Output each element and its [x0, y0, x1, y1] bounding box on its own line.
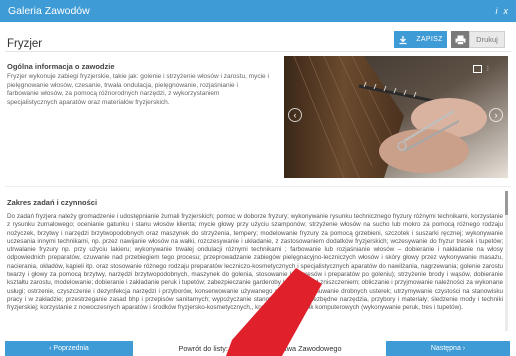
pointer-arrow-icon: [226, 268, 322, 356]
duties-title: Zakres zadań i czynności: [7, 198, 98, 207]
previous-button[interactable]: ‹ Poprzednia: [5, 341, 133, 356]
download-icon: [399, 35, 407, 44]
chevron-right-icon: ›: [494, 110, 498, 120]
fullscreen-icon[interactable]: [473, 65, 482, 73]
save-button[interactable]: ZAPISZ: [412, 31, 447, 48]
info-icon[interactable]: i: [496, 6, 498, 16]
general-info-text: Fryzjer wykonuje zabiegi fryzjerskie, ta…: [7, 73, 269, 106]
duties-scrollbar-thumb[interactable]: [505, 191, 508, 215]
profession-name: Fryzjer: [7, 38, 43, 50]
more-icon[interactable]: ⋮: [485, 66, 497, 72]
duties-scrollbar[interactable]: [505, 191, 508, 331]
download-button[interactable]: [394, 31, 412, 48]
profession-modal: Galeria Zawodów i x Fryzjer ZAPISZ Druku…: [0, 0, 516, 356]
print-button[interactable]: Drukuj: [469, 31, 505, 48]
header-divider: [5, 51, 511, 52]
close-button[interactable]: x: [504, 6, 509, 16]
photo-next-button[interactable]: ›: [489, 108, 503, 122]
next-button[interactable]: Następna ›: [386, 341, 510, 356]
general-info-title: Ogólna informacja o zawodzie: [7, 62, 115, 71]
chevron-left-icon: ‹: [293, 110, 297, 120]
modal-title: Galeria Zawodów: [8, 5, 90, 17]
photo-prev-button[interactable]: ‹: [288, 108, 302, 122]
printer-icon: [455, 35, 465, 45]
print-icon-button[interactable]: [451, 31, 469, 48]
modal-titlebar: Galeria Zawodów i x: [0, 0, 516, 22]
profession-photo: [284, 56, 508, 178]
